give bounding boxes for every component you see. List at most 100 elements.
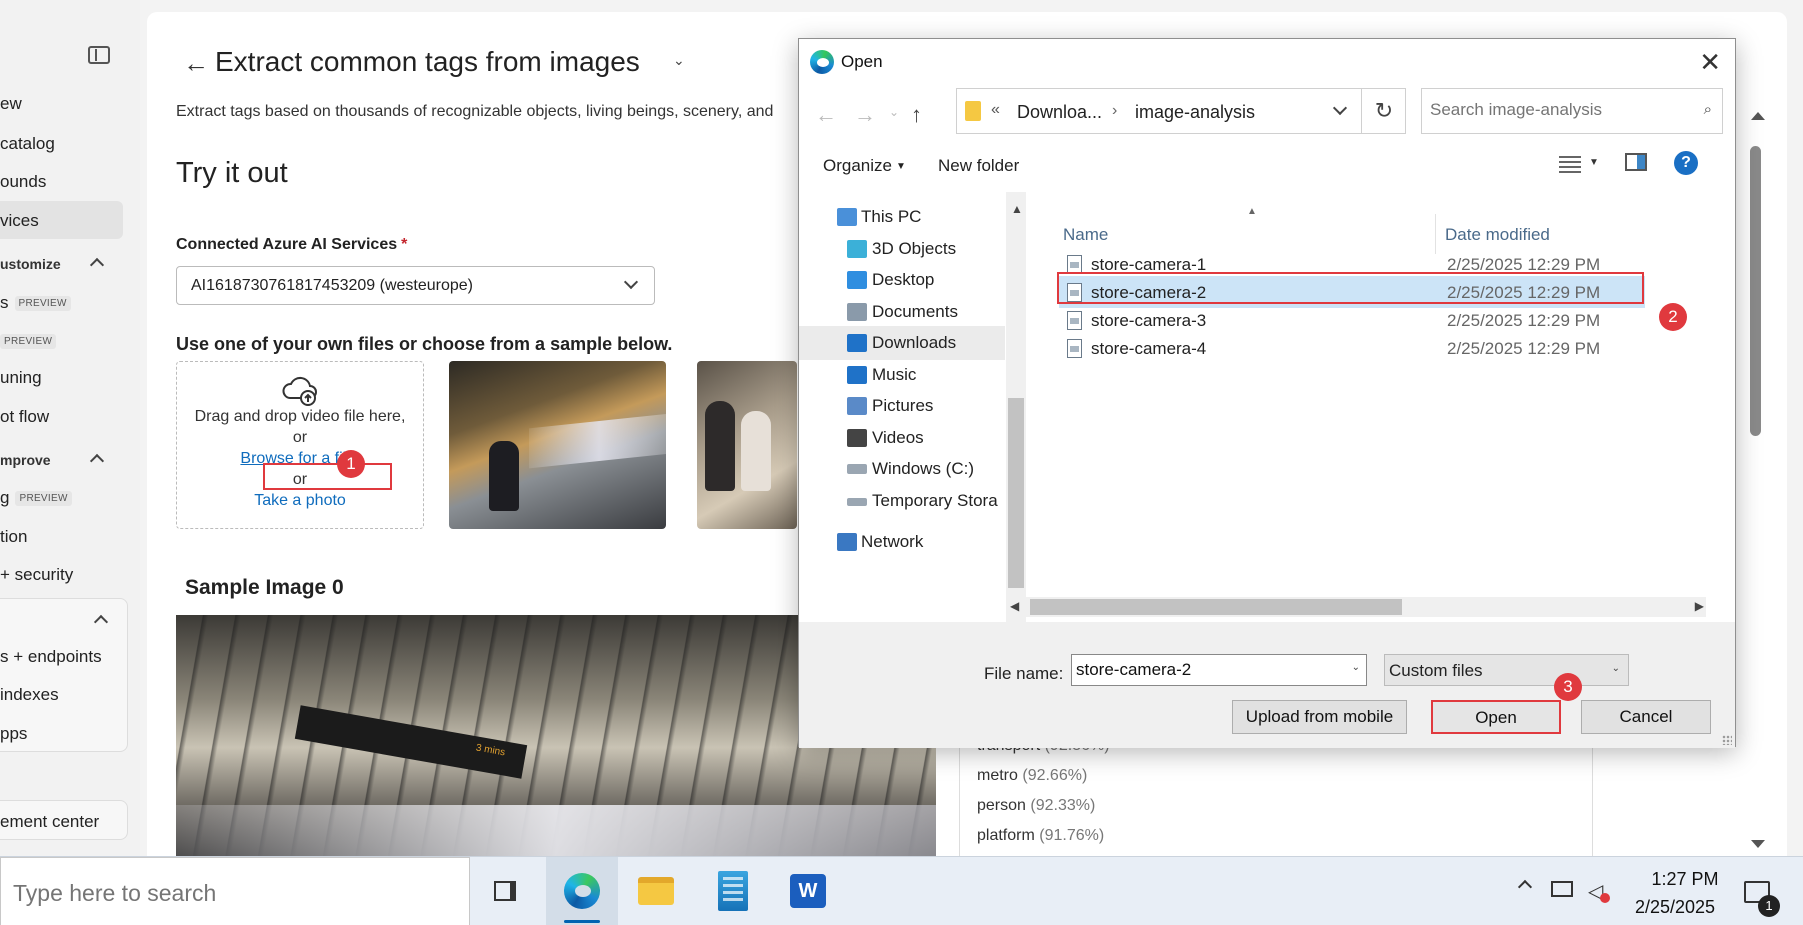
view-options-icon[interactable] xyxy=(1559,156,1581,174)
taskbar-building-app-button[interactable] xyxy=(696,857,768,925)
chevron-down-icon[interactable] xyxy=(1332,100,1348,116)
nav-item-music[interactable]: Music xyxy=(799,358,1004,392)
navigation-scrollbar[interactable]: ▲ ▼ xyxy=(1006,192,1026,622)
dialog-title-bar[interactable]: Open ✕ xyxy=(799,39,1735,85)
scrollbar-thumb[interactable] xyxy=(1008,398,1024,588)
search-box[interactable]: ⌕ xyxy=(1421,88,1723,134)
take-photo-link[interactable]: Take a photo xyxy=(177,490,423,511)
page-scrollbar[interactable] xyxy=(1748,104,1765,856)
new-folder-button[interactable]: New folder xyxy=(938,156,1019,176)
sidebar-item-models-endpoints[interactable]: s + endpoints xyxy=(0,647,102,667)
address-bar[interactable]: « Downloa... › image-analysis ↻ xyxy=(956,88,1406,134)
search-icon[interactable]: ⌕ xyxy=(1704,101,1712,118)
nav-item-network[interactable]: Network xyxy=(799,525,1004,559)
nav-item-label: Pictures xyxy=(872,396,934,415)
nav-item-label: Videos xyxy=(872,428,924,447)
sample-thumbnail-1[interactable] xyxy=(697,361,797,529)
scroll-up-icon[interactable] xyxy=(1751,112,1765,120)
horizontal-scrollbar[interactable]: ◀ ▶ xyxy=(1006,597,1706,617)
taskbar-search-input[interactable] xyxy=(13,880,453,907)
sidebar-item-evaluation[interactable]: tion xyxy=(0,527,27,547)
scroll-right-icon[interactable]: ▶ xyxy=(1695,599,1704,613)
column-header-date[interactable]: Date modified xyxy=(1445,225,1550,245)
cancel-button[interactable]: Cancel xyxy=(1581,700,1711,734)
sidebar-item-indexes[interactable]: indexes xyxy=(0,685,59,705)
clock-time[interactable]: 1:27 PM xyxy=(1640,869,1730,890)
up-icon[interactable]: ↑ xyxy=(911,102,922,128)
sidebar-item-label: g xyxy=(0,488,10,507)
preview-pane-icon[interactable] xyxy=(1625,153,1647,171)
back-icon[interactable]: ← xyxy=(815,102,837,128)
chevron-down-icon[interactable]: ⌄ xyxy=(673,52,685,69)
tag-confidence: (91.76%) xyxy=(1039,827,1105,844)
file-name-input[interactable] xyxy=(1076,660,1336,680)
organize-button[interactable]: Organize ▼ xyxy=(823,156,906,176)
nav-item-windows-c[interactable]: Windows (C:) xyxy=(799,452,1004,486)
taskbar-file-explorer-button[interactable] xyxy=(620,857,692,925)
chevron-down-icon[interactable]: ⌄ xyxy=(1352,662,1360,673)
sidebar-item-playgrounds[interactable]: ounds xyxy=(0,172,46,192)
taskbar-edge-button[interactable] xyxy=(546,857,618,925)
tag-result-row: metro (92.66%) xyxy=(977,767,1087,785)
chevron-up-icon[interactable] xyxy=(93,614,109,630)
sidebar-item-preview-2[interactable]: PREVIEW xyxy=(0,331,57,351)
column-header-name[interactable]: Name xyxy=(1063,225,1108,245)
help-icon[interactable]: ? xyxy=(1674,151,1698,175)
file-type-select[interactable]: Custom files ⌄ xyxy=(1384,654,1629,686)
nav-item-videos[interactable]: Videos xyxy=(799,421,1004,455)
station-sign: 3 mins xyxy=(294,705,528,779)
nav-item-downloads[interactable]: Downloads xyxy=(799,326,1005,360)
sidebar-item-prompt-flow[interactable]: ot flow xyxy=(0,407,49,427)
sidebar-item-fine-tuning[interactable]: uning xyxy=(0,368,42,388)
nav-item-desktop[interactable]: Desktop xyxy=(799,263,1004,297)
nav-item-temporary-storage[interactable]: Temporary Stora xyxy=(799,484,1004,518)
nav-item-label: Desktop xyxy=(872,270,935,289)
sidebar-item-catalog[interactable]: catalog xyxy=(0,134,55,154)
scrollbar-thumb[interactable] xyxy=(1030,599,1402,615)
management-center-box[interactable]: ement center xyxy=(0,800,128,840)
nav-item-documents[interactable]: Documents xyxy=(799,295,1004,329)
scroll-up-icon[interactable]: ▲ xyxy=(1011,202,1023,216)
task-view-button[interactable] xyxy=(470,857,542,925)
service-select[interactable]: AI1618730761817453209 (westeurope) xyxy=(176,266,655,305)
network-status-icon[interactable] xyxy=(1551,881,1573,897)
breadcrumb-image-analysis[interactable]: image-analysis xyxy=(1135,102,1255,123)
file-row[interactable]: store-camera-4 2/25/2025 12:29 PM xyxy=(1059,332,1645,364)
recent-locations-chevron-icon[interactable]: ⌄ xyxy=(889,105,899,119)
scrollbar-thumb[interactable] xyxy=(1750,146,1761,436)
nav-item-this-pc[interactable]: This PC xyxy=(799,200,1004,234)
close-icon[interactable]: ✕ xyxy=(1699,47,1721,78)
taskbar-word-button[interactable]: W xyxy=(772,857,844,925)
file-name-field[interactable]: ⌄ xyxy=(1071,654,1367,686)
collapse-sidebar-icon[interactable] xyxy=(88,46,110,64)
caret-down-icon[interactable]: ▼ xyxy=(1589,157,1599,168)
sidebar-item-tracing[interactable]: g PREVIEW xyxy=(0,488,72,508)
nav-item-3d-objects[interactable]: 3D Objects xyxy=(799,232,1004,266)
resize-grip-icon[interactable] xyxy=(1722,735,1732,745)
file-dropzone[interactable]: Drag and drop video file here, or Browse… xyxy=(176,361,424,529)
search-input[interactable] xyxy=(1430,100,1680,120)
scroll-down-icon[interactable] xyxy=(1751,840,1765,848)
chevron-up-icon[interactable] xyxy=(89,257,105,273)
sample-thumbnail-0[interactable] xyxy=(449,361,666,529)
scroll-left-icon[interactable]: ◀ xyxy=(1010,599,1019,613)
taskbar: W ◁ 1:27 PM 2/25/2025 1 xyxy=(0,856,1803,925)
chevron-up-icon[interactable] xyxy=(89,453,105,469)
sidebar-item-ai-services[interactable]: vices xyxy=(0,201,123,239)
taskbar-search[interactable] xyxy=(0,857,470,925)
clock-date[interactable]: 2/25/2025 xyxy=(1620,897,1730,918)
forward-icon[interactable]: → xyxy=(854,102,876,128)
open-button[interactable]: Open xyxy=(1431,700,1561,734)
address-overflow[interactable]: « xyxy=(991,101,1000,119)
sidebar-item-preview-1[interactable]: s PREVIEW xyxy=(0,293,71,313)
show-hidden-icons-chevron-icon[interactable] xyxy=(1517,879,1533,895)
sidebar-item-apps[interactable]: pps xyxy=(0,724,27,744)
temp-drive-icon xyxy=(847,498,867,506)
sidebar-item-overview[interactable]: ew xyxy=(0,94,22,114)
upload-from-mobile-button[interactable]: Upload from mobile xyxy=(1232,700,1407,734)
breadcrumb-downloads[interactable]: Downloa... xyxy=(1017,102,1102,123)
back-arrow-icon[interactable]: ← xyxy=(183,48,209,79)
nav-item-pictures[interactable]: Pictures xyxy=(799,389,1004,423)
refresh-icon[interactable]: ↻ xyxy=(1361,89,1406,133)
sidebar-item-safety-security[interactable]: + security xyxy=(0,565,73,585)
